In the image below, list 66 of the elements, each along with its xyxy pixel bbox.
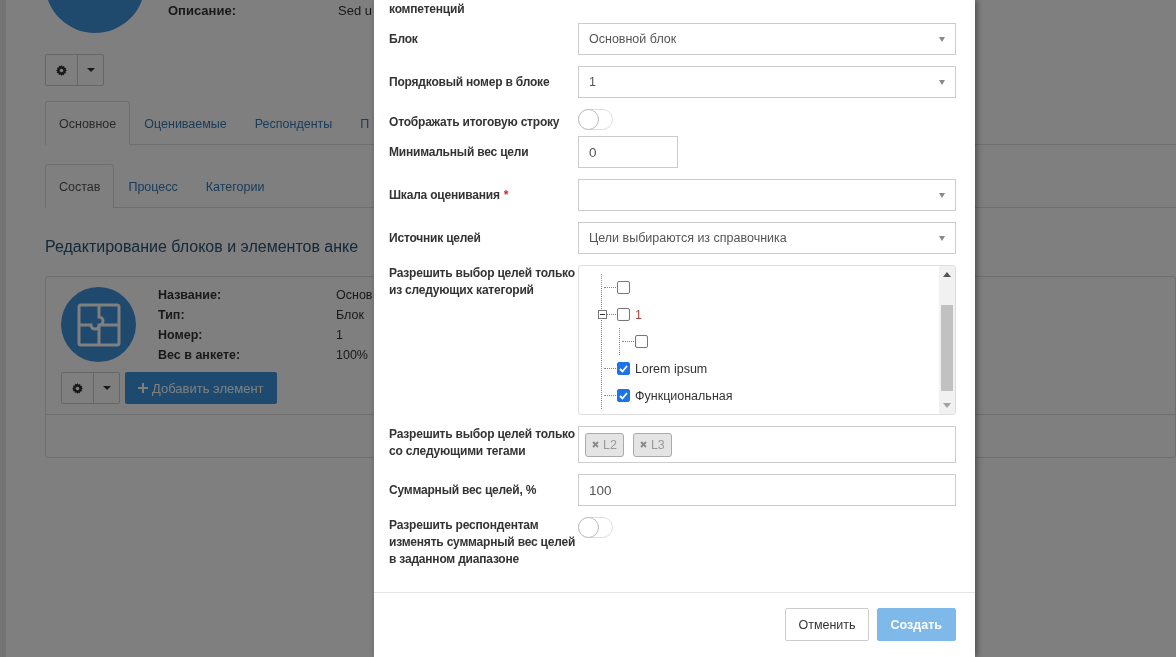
tree-item-label[interactable]: 1 bbox=[635, 307, 642, 322]
remove-icon[interactable] bbox=[639, 441, 647, 448]
settings-button-group[interactable] bbox=[61, 372, 120, 404]
field-label: Тип: bbox=[158, 308, 186, 322]
field-label: Блок bbox=[389, 31, 418, 46]
field-label: Разрешить выбор целей только со следующими тегами bbox=[389, 427, 575, 458]
field-value: 100% bbox=[336, 348, 369, 362]
field-value: Блок bbox=[336, 308, 365, 322]
toggle-switch[interactable] bbox=[578, 109, 613, 131]
toggle-switch[interactable] bbox=[578, 517, 613, 539]
field-label: Разрешить выбор целей только из следующих категорий bbox=[389, 266, 575, 297]
settings-icon bbox=[56, 64, 67, 76]
tab[interactable]: Респонденты bbox=[240, 101, 347, 145]
caret-icon bbox=[939, 192, 945, 198]
description-label: Описание: bbox=[168, 3, 237, 20]
field-label: Разрешить респондентам изменять суммарный вес целей в заданном диапазоне bbox=[389, 518, 576, 566]
description-value: Sed u bbox=[338, 3, 372, 20]
caret-icon bbox=[939, 36, 945, 42]
cancel-button[interactable]: Отменить bbox=[785, 608, 869, 641]
remove-icon[interactable] bbox=[592, 441, 599, 448]
select-field[interactable] bbox=[578, 179, 956, 211]
field-label: компетенций bbox=[389, 2, 465, 16]
field-label: Вес в анкете: bbox=[158, 348, 242, 362]
field-label: Минимальный вес цели bbox=[389, 144, 529, 159]
settings-icon bbox=[72, 382, 83, 394]
caret-icon bbox=[86, 68, 95, 72]
field-value: Основ bbox=[336, 288, 373, 302]
tab[interactable]: Состав bbox=[45, 164, 115, 208]
field-label: Номер: bbox=[158, 328, 204, 342]
select-field[interactable]: 1 bbox=[578, 66, 956, 98]
field-value: 1 bbox=[336, 328, 344, 342]
field-label: Отображать итоговую строку bbox=[389, 115, 560, 129]
field-label: Источник целей bbox=[389, 230, 481, 245]
scrollbar[interactable] bbox=[939, 266, 955, 414]
input-field[interactable]: 100 bbox=[578, 474, 956, 506]
field-label: Шкала оценивания bbox=[389, 187, 500, 202]
checkbox[interactable] bbox=[617, 389, 630, 402]
input-field[interactable]: 0 bbox=[578, 136, 678, 168]
tab[interactable]: Категории bbox=[191, 164, 279, 208]
caret-icon bbox=[939, 235, 945, 241]
checkbox[interactable] bbox=[617, 281, 630, 294]
tag-chip: L2 bbox=[585, 432, 624, 457]
section-heading: Редактирование блоков и элементов анке bbox=[45, 238, 359, 256]
tab[interactable]: П bbox=[346, 101, 384, 145]
tags-field[interactable]: L2 L3 bbox=[578, 426, 956, 463]
field-label: Порядковый номер в блоке bbox=[389, 74, 550, 89]
tab[interactable]: Процесс bbox=[114, 164, 192, 208]
field-label: Суммарный вес целей, % bbox=[389, 482, 537, 497]
tag-chip: L3 bbox=[632, 432, 672, 457]
checkbox[interactable] bbox=[635, 335, 648, 348]
checkbox[interactable] bbox=[617, 308, 630, 321]
checkbox[interactable] bbox=[617, 362, 630, 375]
settings-button-group[interactable] bbox=[45, 54, 104, 86]
tree-item-label[interactable]: Функциональная bbox=[635, 388, 733, 403]
tab[interactable]: Основное bbox=[45, 101, 131, 145]
caret-icon bbox=[102, 386, 111, 390]
select-field[interactable]: Основной блок bbox=[578, 23, 956, 55]
required-mark: * bbox=[503, 187, 509, 202]
caret-icon bbox=[939, 79, 945, 85]
collapse-icon[interactable] bbox=[598, 310, 607, 319]
add-element-button[interactable]: Добавить элемент bbox=[125, 372, 277, 404]
select-field[interactable]: Цели выбираются из справочника bbox=[578, 222, 956, 254]
tab[interactable]: Оцениваемые bbox=[130, 101, 241, 145]
tree-item-label[interactable]: Lorem ipsum bbox=[635, 361, 708, 376]
plus-icon bbox=[138, 383, 148, 393]
field-label: Название: bbox=[158, 288, 223, 302]
